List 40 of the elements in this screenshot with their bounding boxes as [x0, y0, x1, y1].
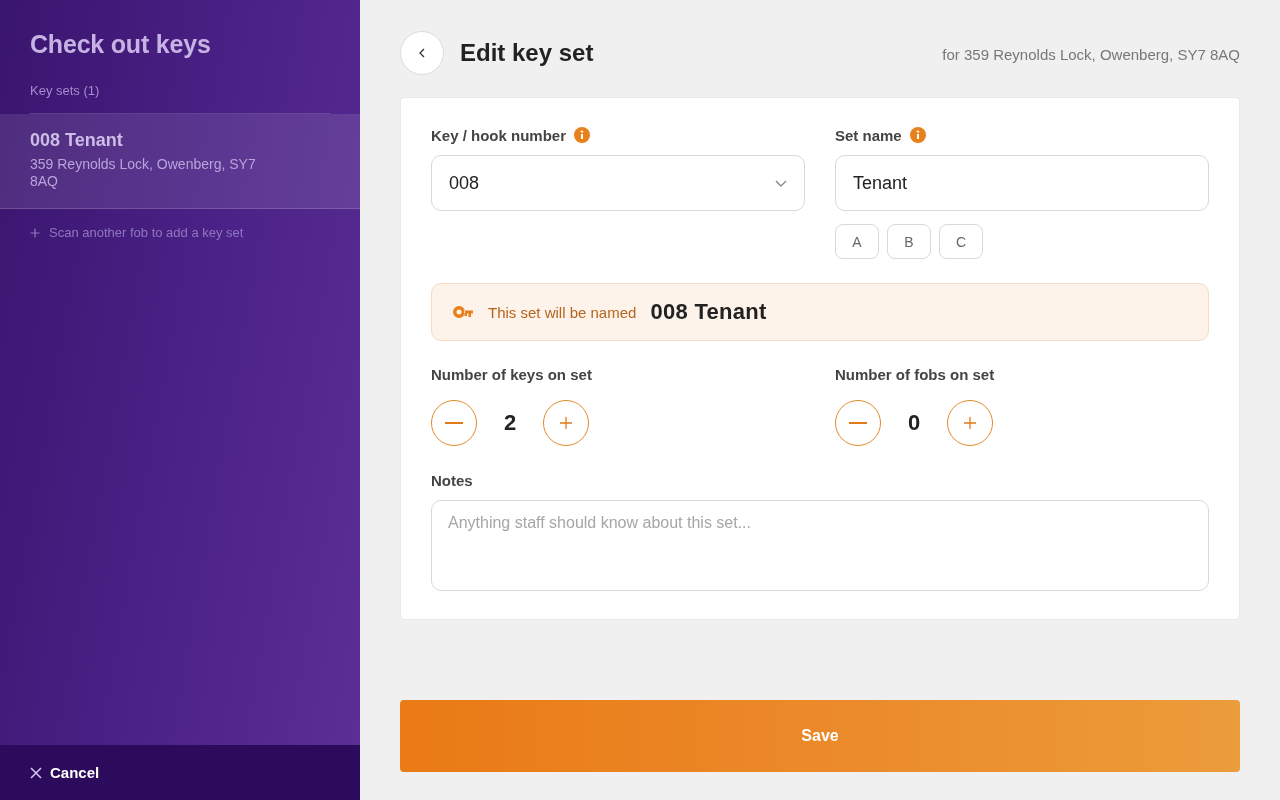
info-icon[interactable] — [909, 127, 926, 143]
field-label: Key / hook number — [431, 126, 567, 144]
plus-icon — [964, 417, 976, 429]
key-icon — [453, 306, 473, 318]
chevron-left-icon — [419, 48, 425, 58]
field-label: Set name — [835, 126, 902, 144]
notes-field[interactable]: Anything staff should know about this set... — [431, 500, 1209, 591]
sidebar-title: Check out keys — [29, 29, 212, 58]
minus-icon — [445, 422, 463, 424]
counter-value: 0 — [906, 410, 922, 436]
preview-label: This set will be named — [488, 303, 637, 321]
suggestion-chip[interactable]: A — [835, 224, 879, 259]
chevron-down-icon — [775, 179, 787, 187]
set-name-field[interactable]: Tenant — [835, 155, 1209, 211]
key-set-item[interactable]: 008 Tenant 359 Reynolds Lock, Owenberg, SY7 8AQ — [0, 114, 360, 209]
page-title: Edit key set — [460, 38, 594, 68]
hook-number-dropdown[interactable]: 008 — [431, 155, 805, 211]
field-label: Number of fobs on set — [835, 365, 995, 383]
increment-button[interactable] — [543, 400, 589, 446]
suggestion-chip[interactable]: B — [887, 224, 931, 259]
counter-value: 2 — [502, 410, 518, 436]
decrement-button[interactable] — [431, 400, 477, 446]
back-button[interactable] — [400, 31, 444, 75]
page-subtitle: for 359 Reynolds Lock, Owenberg, SY7 8AQ — [942, 45, 1240, 63]
increment-button[interactable] — [947, 400, 993, 446]
field-label: Notes — [431, 471, 473, 489]
close-icon — [30, 766, 42, 779]
section-label: Key sets (1) — [30, 83, 100, 99]
preview-name: 008 Tenant — [650, 299, 767, 325]
key-set-name: 008 Tenant — [30, 129, 123, 151]
key-set-address: 359 Reynolds Lock, Owenberg, SY7 8AQ — [30, 156, 257, 190]
field-label: Number of keys on set — [431, 365, 592, 383]
plus-icon — [30, 228, 40, 238]
cancel-button[interactable]: Cancel — [0, 745, 360, 800]
minus-icon — [849, 422, 867, 424]
plus-icon — [560, 417, 572, 429]
decrement-button[interactable] — [835, 400, 881, 446]
info-icon[interactable] — [574, 127, 591, 143]
suggestion-chip[interactable]: C — [939, 224, 983, 259]
add-key-set-hint: Scan another fob to add a key set — [49, 225, 244, 241]
